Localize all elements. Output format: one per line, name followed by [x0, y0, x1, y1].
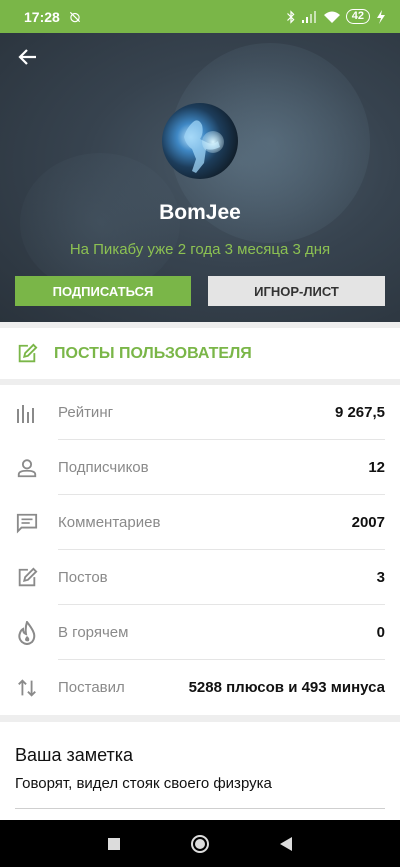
stat-label: Поставил: [58, 679, 125, 696]
edit-icon: [18, 343, 38, 362]
wifi-icon: [323, 11, 340, 23]
stat-row-votes: Поставил 5288 плюсов и 493 минуса: [0, 660, 400, 715]
avatar[interactable]: [162, 103, 238, 179]
triangle-back-icon: [280, 836, 292, 851]
swap-vertical-icon: [18, 678, 36, 697]
user-note[interactable]: Ваша заметка Говорят, видел стояк своего…: [0, 722, 400, 820]
edit-icon: [18, 567, 38, 586]
member-since: На Пикабу уже 2 года 3 месяца 3 дня: [69, 241, 331, 258]
recents-button[interactable]: [104, 834, 124, 854]
signal-icon: [301, 10, 316, 23]
note-title: Ваша заметка: [15, 745, 134, 765]
note-underline: [15, 808, 385, 809]
person-icon: [17, 458, 37, 477]
stat-label: Подписчиков: [58, 459, 149, 476]
alarm-off-icon: [69, 11, 80, 22]
profile-header: BomJee На Пикабу уже 2 года 3 месяца 3 д…: [0, 33, 400, 322]
avatar-glow: [202, 131, 224, 153]
status-bar: 17:28 42: [0, 0, 400, 33]
system-nav-bar: [0, 820, 400, 867]
user-posts-link[interactable]: ПОСТЫ ПОЛЬЗОВАТЕЛЯ: [0, 328, 400, 379]
stat-row-posts[interactable]: Постов 3: [0, 550, 400, 605]
stat-label: Комментариев: [58, 514, 161, 531]
stat-label: Рейтинг: [58, 404, 114, 421]
comment-icon: [16, 513, 38, 533]
stat-row-hot: В горячем 0: [0, 605, 400, 660]
username: BomJee: [159, 201, 241, 224]
stat-label: Постов: [58, 569, 108, 586]
stat-label: В горячем: [58, 624, 129, 641]
home-button[interactable]: [190, 834, 210, 854]
stat-value: 5288 плюсов и 493 минуса: [188, 679, 385, 696]
stat-row-rating: Рейтинг 9 267,5: [0, 385, 400, 440]
back-button[interactable]: [16, 45, 40, 69]
stat-value: 3: [376, 569, 385, 586]
arrow-back-icon: [18, 49, 36, 65]
ignore-list-button[interactable]: ИГНОР-ЛИСТ: [208, 276, 385, 306]
bar-chart-icon: [17, 404, 34, 423]
battery-level: 42: [345, 9, 370, 24]
subscribe-button[interactable]: ПОДПИСАТЬСЯ: [15, 276, 191, 306]
bluetooth-icon: [286, 9, 295, 24]
charging-icon: [377, 9, 385, 24]
note-text[interactable]: Говорят, видел стояк своего физрука: [15, 775, 272, 792]
stat-value: 9 267,5: [334, 404, 385, 421]
user-posts-label: ПОСТЫ ПОЛЬЗОВАТЕЛЯ: [54, 344, 252, 362]
circle-icon: [191, 834, 209, 853]
square-icon: [108, 837, 120, 850]
avatar-figure: [184, 120, 220, 173]
stat-value: 2007: [351, 514, 385, 531]
stat-row-subscribers[interactable]: Подписчиков 12: [0, 440, 400, 495]
flame-icon: [18, 620, 36, 645]
clock: 17:28: [24, 8, 60, 25]
stat-value: 12: [368, 459, 385, 476]
back-nav-button[interactable]: [276, 834, 296, 854]
stat-value: 0: [376, 624, 385, 641]
stat-row-comments[interactable]: Комментариев 2007: [0, 495, 400, 550]
stats-list: Рейтинг 9 267,5 Подписчиков 12 Комментар…: [0, 385, 400, 715]
